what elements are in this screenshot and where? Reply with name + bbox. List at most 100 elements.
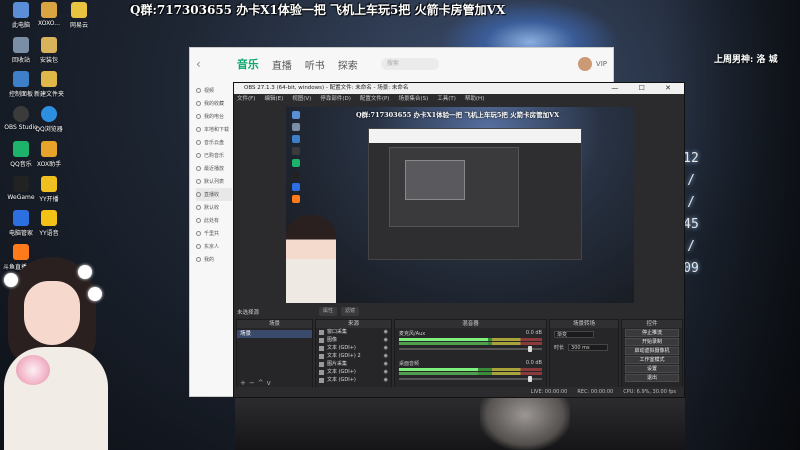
source-item[interactable]: 窗口采集 ◉ — [316, 328, 391, 336]
slider-knob[interactable] — [528, 346, 532, 352]
sidebar-item[interactable]: 已购音乐 — [196, 149, 232, 162]
menu-scene-collection[interactable]: 场景集合(S) — [398, 94, 428, 104]
eye-icon[interactable]: ◉ — [384, 352, 388, 360]
eye-icon[interactable]: ◉ — [384, 368, 388, 376]
transitions-dock-title: 场景转场 — [550, 320, 618, 328]
source-item[interactable]: 文本 (GDI+) 2 ◉ — [316, 352, 391, 360]
text-icon — [319, 345, 324, 351]
music-app-header: ‹ 音乐 直播 听书 探索 搜索 VIP — [190, 48, 613, 80]
tab-live[interactable]: 直播 — [272, 57, 292, 72]
desktop-icon[interactable]: 网易云 — [60, 2, 98, 29]
back-arrow-icon[interactable]: ‹ — [196, 57, 201, 71]
sidebar-item[interactable]: 本地和下载 — [196, 123, 232, 136]
duration-input[interactable]: 300 ms — [568, 344, 609, 351]
meter-level — [399, 372, 478, 375]
desktop-icon[interactable]: YY语音 — [30, 210, 68, 237]
menu-file[interactable]: 文件(F) — [237, 94, 255, 104]
source-item[interactable]: 图像 ◉ — [316, 336, 391, 344]
down-icon[interactable]: v — [267, 379, 274, 387]
obs-menu-bar: 文件(F) 编辑(E) 视图(V) 停靠部件(D) 配置文件(P) 场景集合(S… — [234, 94, 684, 104]
eye-icon[interactable]: ◉ — [384, 376, 388, 384]
avatar[interactable] — [577, 57, 592, 71]
eye-icon[interactable]: ◉ — [384, 344, 388, 352]
background-portrait — [480, 392, 570, 450]
exit-button[interactable]: 退出 — [625, 374, 679, 382]
folder-icon — [41, 71, 57, 87]
desktop-icon[interactable]: 新建文件夹 — [30, 71, 68, 98]
live-icon — [196, 192, 201, 197]
sidebar-item[interactable]: 音乐云盘 — [196, 136, 232, 149]
tab-explore[interactable]: 探索 — [338, 57, 358, 72]
image-icon — [319, 361, 324, 367]
user-area[interactable]: VIP — [577, 57, 607, 71]
sidebar-item[interactable]: 直播收 — [196, 188, 232, 201]
desktop-icon[interactable]: 安装包 — [30, 37, 68, 64]
sidebar-item[interactable]: 我的 — [196, 253, 232, 266]
channel-name: 麦克风/Aux — [399, 331, 426, 337]
scene-item[interactable]: 场景 — [237, 330, 312, 338]
slider-knob[interactable] — [528, 376, 532, 382]
sidebar-item[interactable]: 默认收 — [196, 201, 232, 214]
eye-icon[interactable]: ◉ — [384, 360, 388, 368]
menu-view[interactable]: 视图(V) — [292, 94, 311, 104]
meter-level — [399, 342, 488, 345]
properties-button[interactable]: 属性 — [319, 307, 338, 316]
window-controls[interactable]: — ☐ ✕ — [611, 83, 680, 94]
menu-profile[interactable]: 配置文件(P) — [360, 94, 390, 104]
eye-icon[interactable]: ◉ — [384, 336, 388, 344]
source-item[interactable]: 文本 (GDI+) ◉ — [316, 368, 391, 376]
duration-label: 时长 — [554, 345, 565, 351]
start-recording-button[interactable]: 开始录制 — [625, 338, 679, 346]
menu-help[interactable]: 帮助(H) — [465, 94, 484, 104]
obs-status-bar: LIVE: 00:00:00 REC: 00:00:00 CPU: 6.9%, … — [234, 387, 684, 397]
obs-preview[interactable]: Q群:717303655 办卡X1体验一把 飞机上车玩5把 火箭卡房管加VX — [286, 107, 634, 303]
menu-edit[interactable]: 编辑(E) — [264, 94, 283, 104]
preview-desktop-icons — [286, 107, 332, 207]
menu-docks[interactable]: 停靠部件(D) — [320, 94, 351, 104]
sidebar-item[interactable]: 视频 — [196, 84, 232, 97]
sidebar-item[interactable]: 默认列表 — [196, 175, 232, 188]
clock-icon — [196, 166, 201, 171]
eye-icon[interactable]: ◉ — [384, 328, 388, 336]
add-icon[interactable]: + — [240, 379, 249, 387]
virtual-camera-button[interactable]: 启动虚拟摄像机 — [625, 347, 679, 355]
cpu-status: CPU: 6.9%, 30.00 fps — [623, 389, 676, 395]
heart-icon — [196, 101, 201, 106]
search-input[interactable]: 搜索 — [380, 58, 439, 70]
channel-name: 桌面音频 — [399, 361, 420, 367]
folder-icon — [41, 37, 57, 53]
radio-icon — [196, 114, 201, 119]
sidebar-item[interactable]: 东京人 — [196, 240, 232, 253]
streamer-camera — [0, 255, 112, 450]
sidebar-item[interactable]: 千里共 — [196, 227, 232, 240]
source-item[interactable]: 文本 (GDI+) ◉ — [316, 376, 391, 384]
sidebar-item[interactable]: 我的收藏 — [196, 97, 232, 110]
obs-window[interactable]: OBS 27.1.3 (64-bit, windows) - 配置文件: 未命名… — [233, 82, 685, 398]
preview-nested-window — [368, 128, 582, 260]
desktop-icon[interactable]: QQ浏览器 — [30, 106, 68, 133]
settings-button[interactable]: 设置 — [625, 365, 679, 373]
studio-mode-button[interactable]: 工作室模式 — [625, 356, 679, 364]
stop-streaming-button[interactable]: 停止推流 — [625, 329, 679, 337]
scenes-dock-title: 场景 — [237, 320, 312, 328]
sources-dock: 来源 窗口采集 ◉ 图像 ◉ 文本 (GDI+) ◉ 文本 (GDI+) 2 ◉ 图片采… — [315, 319, 392, 389]
volume-slider[interactable] — [399, 376, 542, 382]
desktop-icon[interactable]: YY开播 — [30, 176, 68, 203]
desktop-icon[interactable]: XOX助手 — [30, 141, 68, 168]
remove-icon[interactable]: − — [249, 379, 258, 387]
source-item[interactable]: 文本 (GDI+) ◉ — [316, 344, 391, 352]
up-icon[interactable]: ^ — [258, 379, 267, 387]
menu-tools[interactable]: 工具(T) — [437, 94, 456, 104]
volume-slider[interactable] — [399, 346, 542, 352]
source-item[interactable]: 图片采集 ◉ — [316, 360, 391, 368]
sidebar-item[interactable]: 我的电台 — [196, 110, 232, 123]
transition-select[interactable]: 渐变 — [554, 331, 594, 338]
transitions-dock: 场景转场 渐变 时长 300 ms — [549, 319, 619, 389]
tab-music[interactable]: 音乐 — [237, 56, 259, 72]
text-icon — [319, 369, 324, 375]
filters-button[interactable]: 滤镜 — [341, 307, 360, 316]
sidebar-item[interactable]: 此处有 — [196, 214, 232, 227]
sidebar-item[interactable]: 最近播放 — [196, 162, 232, 175]
tab-audiobook[interactable]: 听书 — [305, 57, 325, 72]
volume-meter — [399, 372, 542, 375]
